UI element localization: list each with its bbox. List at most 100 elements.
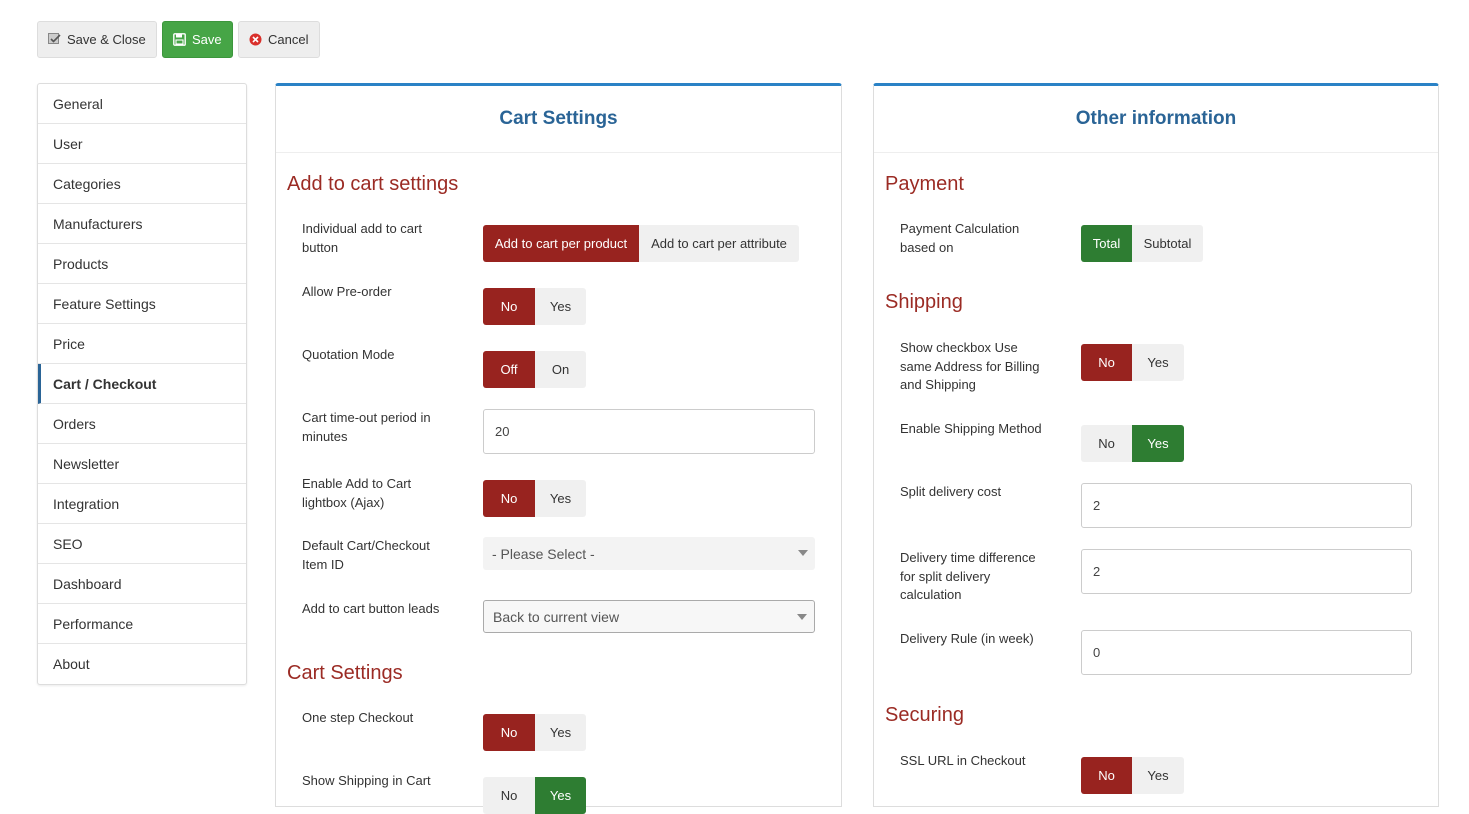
sidebar-item-label: Integration: [53, 495, 120, 512]
show-shipping-in-cart-toggle: No Yes: [483, 777, 586, 814]
field-label-one-step-checkout: One step Checkout: [302, 710, 414, 725]
option-add-per-attribute[interactable]: Add to cart per attribute: [639, 225, 799, 262]
chevron-down-icon: [798, 550, 808, 556]
field-label-add-to-cart-lightbox: Enable Add to Cart lightbox (Ajax): [302, 476, 412, 510]
sidebar-item-performance[interactable]: Performance: [38, 604, 246, 644]
split-delivery-cost-input[interactable]: 2: [1081, 483, 1412, 528]
sidebar-item-label: SEO: [53, 535, 83, 552]
option-no[interactable]: No: [483, 714, 535, 751]
sidebar-item-label: User: [53, 135, 83, 152]
option-total[interactable]: Total: [1081, 225, 1132, 262]
delivery-time-difference-input[interactable]: 2: [1081, 549, 1412, 594]
field-label-cart-timeout: Cart time-out period in minutes: [302, 410, 431, 444]
field-label-shipping-method: Enable Shipping Method: [900, 421, 1042, 436]
option-no[interactable]: No: [483, 480, 535, 517]
sidebar-item-label: Performance: [53, 615, 134, 632]
option-yes[interactable]: Yes: [535, 288, 586, 325]
quotation-mode-toggle: Off On: [483, 351, 586, 388]
option-off[interactable]: Off: [483, 351, 535, 388]
sidebar-item-label: Dashboard: [53, 575, 122, 592]
cart-timeout-input[interactable]: 20: [483, 409, 815, 454]
option-no[interactable]: No: [1081, 757, 1132, 794]
option-yes[interactable]: Yes: [1132, 425, 1184, 462]
sidebar-item-label: Categories: [53, 175, 121, 192]
field-label-individual-add-to-cart: Individual add to cart button: [302, 221, 422, 255]
select-value: - Please Select -: [492, 545, 595, 562]
delivery-rule-input[interactable]: 0: [1081, 630, 1412, 675]
sidebar-item-user[interactable]: User: [38, 124, 246, 164]
sidebar-nav: General User Categories Manufacturers Pr…: [37, 83, 247, 685]
option-yes[interactable]: Yes: [1132, 344, 1184, 381]
option-yes[interactable]: Yes: [535, 480, 586, 517]
add-to-cart-leads-select[interactable]: Back to current view: [483, 600, 815, 633]
save-close-label: Save & Close: [67, 32, 146, 47]
sidebar-item-cart-checkout[interactable]: Cart / Checkout: [38, 364, 246, 404]
field-label-split-delivery-cost: Split delivery cost: [900, 484, 1002, 499]
option-no[interactable]: No: [483, 777, 535, 814]
individual-add-to-cart-toggle: Add to cart per product Add to cart per …: [483, 225, 799, 262]
field-label-delivery-rule: Delivery Rule (in week): [900, 631, 1034, 646]
sidebar-item-seo[interactable]: SEO: [38, 524, 246, 564]
option-subtotal[interactable]: Subtotal: [1132, 225, 1203, 262]
field-label-ssl-url: SSL URL in Checkout: [900, 753, 1026, 768]
sidebar-item-general[interactable]: General: [38, 84, 246, 124]
field-label-allow-preorder: Allow Pre-order: [302, 284, 392, 299]
sidebar-item-label: Newsletter: [53, 455, 120, 472]
field-label-show-shipping-in-cart: Show Shipping in Cart: [302, 773, 431, 788]
cart-settings-panel: Cart Settings Add to cart settings Indiv…: [275, 83, 842, 814]
sidebar-item-feature-settings[interactable]: Feature Settings: [38, 284, 246, 324]
sidebar-item-label: Cart / Checkout: [53, 375, 157, 392]
chevron-down-icon: [797, 614, 807, 620]
sidebar-item-dashboard[interactable]: Dashboard: [38, 564, 246, 604]
field-label-add-to-cart-leads: Add to cart button leads: [302, 601, 440, 616]
option-on[interactable]: On: [535, 351, 586, 388]
same-address-toggle: No Yes: [1081, 344, 1184, 381]
shipping-method-toggle: No Yes: [1081, 425, 1184, 462]
sidebar-item-newsletter[interactable]: Newsletter: [38, 444, 246, 484]
sidebar-item-about[interactable]: About: [38, 644, 246, 684]
sidebar-item-label: Products: [53, 255, 109, 272]
sidebar-item-products[interactable]: Products: [38, 244, 246, 284]
cancel-button[interactable]: Cancel: [238, 21, 320, 58]
cancel-label: Cancel: [268, 32, 309, 47]
allow-preorder-toggle: No Yes: [483, 288, 586, 325]
panel-title: Cart Settings: [276, 86, 841, 153]
section-heading-securing: Securing: [885, 704, 964, 726]
save-button[interactable]: Save: [162, 21, 233, 58]
sidebar-item-label: Feature Settings: [53, 295, 156, 312]
sidebar-item-label: General: [53, 95, 103, 112]
save-close-icon: [48, 33, 61, 46]
sidebar-item-label: Orders: [53, 415, 96, 432]
sidebar-item-categories[interactable]: Categories: [38, 164, 246, 204]
section-heading-cart-settings: Cart Settings: [287, 662, 403, 684]
sidebar-item-label: Manufacturers: [53, 215, 143, 232]
option-no[interactable]: No: [1081, 425, 1132, 462]
save-label: Save: [192, 32, 222, 47]
other-information-panel: Other information Payment Payment Calcul…: [873, 83, 1439, 807]
save-close-button[interactable]: Save & Close: [37, 21, 157, 58]
option-no[interactable]: No: [483, 288, 535, 325]
sidebar-item-label: Price: [53, 335, 85, 352]
option-yes[interactable]: Yes: [535, 777, 586, 814]
add-to-cart-lightbox-toggle: No Yes: [483, 480, 586, 517]
option-yes[interactable]: Yes: [1132, 757, 1184, 794]
sidebar-item-manufacturers[interactable]: Manufacturers: [38, 204, 246, 244]
field-label-default-item-id: Default Cart/Checkout Item ID: [302, 538, 430, 572]
panel-title: Other information: [874, 86, 1438, 153]
option-add-per-product[interactable]: Add to cart per product: [483, 225, 639, 262]
section-heading-payment: Payment: [885, 173, 964, 195]
cancel-icon: [249, 33, 262, 46]
option-no[interactable]: No: [1081, 344, 1132, 381]
sidebar-item-price[interactable]: Price: [38, 324, 246, 364]
option-yes[interactable]: Yes: [535, 714, 586, 751]
section-heading-shipping: Shipping: [885, 291, 963, 313]
floppy-disk-icon: [173, 33, 186, 46]
ssl-url-toggle: No Yes: [1081, 757, 1184, 794]
sidebar-item-label: About: [53, 656, 90, 672]
default-item-id-select[interactable]: - Please Select -: [483, 537, 815, 570]
payment-calculation-toggle: Total Subtotal: [1081, 225, 1203, 262]
one-step-checkout-toggle: No Yes: [483, 714, 586, 751]
sidebar-item-orders[interactable]: Orders: [38, 404, 246, 444]
sidebar-item-integration[interactable]: Integration: [38, 484, 246, 524]
field-label-quotation-mode: Quotation Mode: [302, 347, 395, 362]
